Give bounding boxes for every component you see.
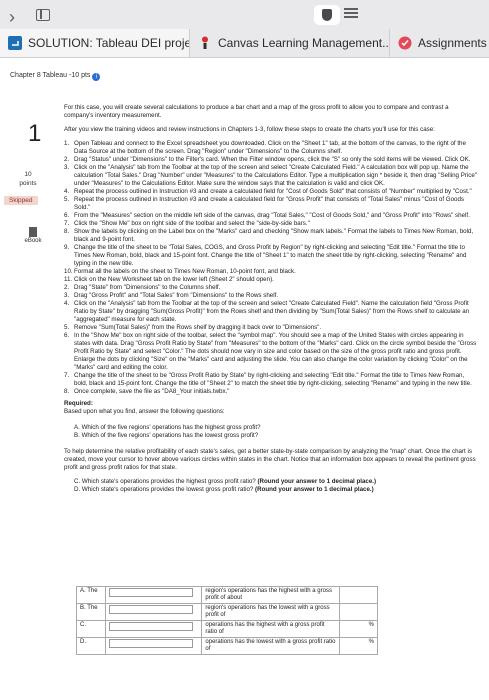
chapter-title-text: Chapter 8 Tableau -10 pts [10, 72, 91, 79]
table-row: C. operations has the highest with a gro… [75, 620, 378, 638]
questions-ab: A. Which of the five regions' operations… [64, 424, 478, 440]
answer-input[interactable] [339, 586, 378, 604]
list-item: 3. Click on the "Analysis" tab from the T… [64, 164, 478, 187]
questions-cd: C. Which state's operations provides the… [74, 478, 478, 494]
table-row: A. The region's operations has the highe… [75, 586, 378, 604]
list-item: 8. Once complete, save the file as "DA8_Y… [64, 388, 230, 395]
required-label: Required: [64, 400, 93, 407]
required-text: Based upon what you find, answer the fol… [64, 408, 225, 415]
tab-canvas[interactable]: Canvas Learning Management... [190, 29, 390, 57]
answer-dropdown[interactable] [105, 586, 203, 604]
assignments-badge-icon [398, 36, 412, 50]
question-a: A. Which of the five regions' operations… [74, 424, 261, 431]
reader-mode-icon[interactable] [344, 8, 358, 22]
list-item: 6. In the "Show Me" box on right side of … [64, 332, 477, 371]
table-row: B. The region's operations has the lowes… [75, 603, 378, 621]
help-text: To help determine the relative profitabi… [64, 448, 476, 471]
info-icon[interactable]: i [92, 73, 101, 81]
shield-icon [322, 9, 332, 21]
row-text: region's operations has the lowest with … [201, 603, 341, 621]
question-d: D. Which state's operations provides the… [74, 486, 374, 493]
list-item: 8. Show the labels by clicking on the Lab… [64, 228, 474, 243]
intro-text: For this case, you will create several c… [64, 104, 449, 119]
list-item: 4. Click on the "Analysis" tab from the T… [64, 300, 470, 323]
list-item: 7. Click the "Show Me" box on right side … [64, 220, 310, 227]
points-label: points [19, 180, 37, 187]
sidebar-toggle-icon[interactable] [36, 9, 50, 21]
answer-dropdown[interactable] [105, 620, 203, 638]
tab-bar: SOLUTION: Tableau DEI projec... Canvas L… [0, 29, 489, 57]
row-label: B. The [75, 603, 107, 621]
book-icon [29, 227, 37, 237]
question-content: For this case, you will create several c… [64, 104, 478, 494]
browser-toolbar: › SOLUTION: Tableau DEI projec... Canvas… [0, 0, 489, 58]
question-c: C. Which state's operations provides the… [74, 478, 377, 485]
question-b: B. Which of the five regions' operations… [74, 432, 259, 439]
list-item: 5. Remove "Sum(Total Sales)" from the Row… [64, 324, 322, 331]
list-item: 6. From the "Measures" section on the mid… [64, 212, 470, 219]
list-item: 2. Drag "State" from "Dimensions" to the … [64, 284, 221, 291]
study-site-icon [8, 36, 22, 50]
list-item: 3. Drag "Gross Profit" and "Total Sales" … [64, 292, 279, 299]
canvas-logo-icon [202, 36, 208, 49]
ebook-link[interactable]: eBook [24, 227, 42, 244]
select-box[interactable] [109, 588, 194, 597]
list-item: 11. Click on the New Worksheet tab on the… [64, 276, 274, 283]
privacy-shield-button[interactable] [314, 5, 340, 25]
table-row: D. operations has the lowest with a gros… [75, 637, 378, 655]
answer-input[interactable] [339, 603, 378, 621]
points-value: 10 [24, 171, 32, 178]
list-item: 5. Repeat the process outlined in Instruc… [64, 196, 464, 211]
row-label: D. [75, 637, 107, 655]
chapter-title: Chapter 8 Tableau -10 pts i [10, 72, 101, 81]
select-box[interactable] [109, 622, 194, 631]
list-item: 9. Change the title of the sheet to be "T… [64, 244, 467, 267]
tab-label: Canvas Learning Management... [218, 36, 389, 50]
row-label: A. The [75, 586, 107, 604]
status-badge: Skipped [4, 196, 38, 205]
list-item: 1. Open Tableau and connect to the Excel … [64, 140, 466, 155]
list-item: 10. Format all the labels on the sheet to… [64, 268, 296, 275]
answer-dropdown[interactable] [105, 637, 203, 655]
list-item: 2. Drag "Status" under "Dimensions" to th… [64, 156, 471, 163]
forward-chevron-icon[interactable]: › [9, 8, 23, 26]
answer-dropdown[interactable] [105, 603, 203, 621]
question-number: 1 [28, 120, 42, 147]
row-text: operations has the lowest with a gross p… [201, 637, 341, 655]
answer-input[interactable]: % [339, 637, 378, 655]
answer-input[interactable]: % [339, 620, 378, 638]
list-item: 4. Repeat the process outlined in Instruc… [64, 188, 472, 195]
row-text: region's operations has the highest with… [201, 586, 341, 604]
tab-label: SOLUTION: Tableau DEI projec... [28, 36, 189, 50]
tab-solution[interactable]: SOLUTION: Tableau DEI projec... [0, 29, 190, 57]
row-label: C. [75, 620, 107, 638]
row-text: operations has the highest with a gross … [201, 620, 341, 638]
select-box[interactable] [109, 639, 194, 648]
answer-table: A. The region's operations has the highe… [75, 586, 378, 655]
tab-label: Assignments [418, 36, 487, 50]
instructions-lead: After you view the training videos and r… [64, 126, 435, 133]
points-block: 10 points [16, 170, 40, 188]
ebook-label: eBook [24, 238, 42, 244]
tab-assignments[interactable]: Assignments [390, 29, 489, 57]
list-item: 7. Change the title of the sheet to be "G… [64, 372, 472, 387]
steps-list: 1. Open Tableau and connect to the Excel … [64, 140, 478, 396]
select-box[interactable] [109, 605, 194, 614]
